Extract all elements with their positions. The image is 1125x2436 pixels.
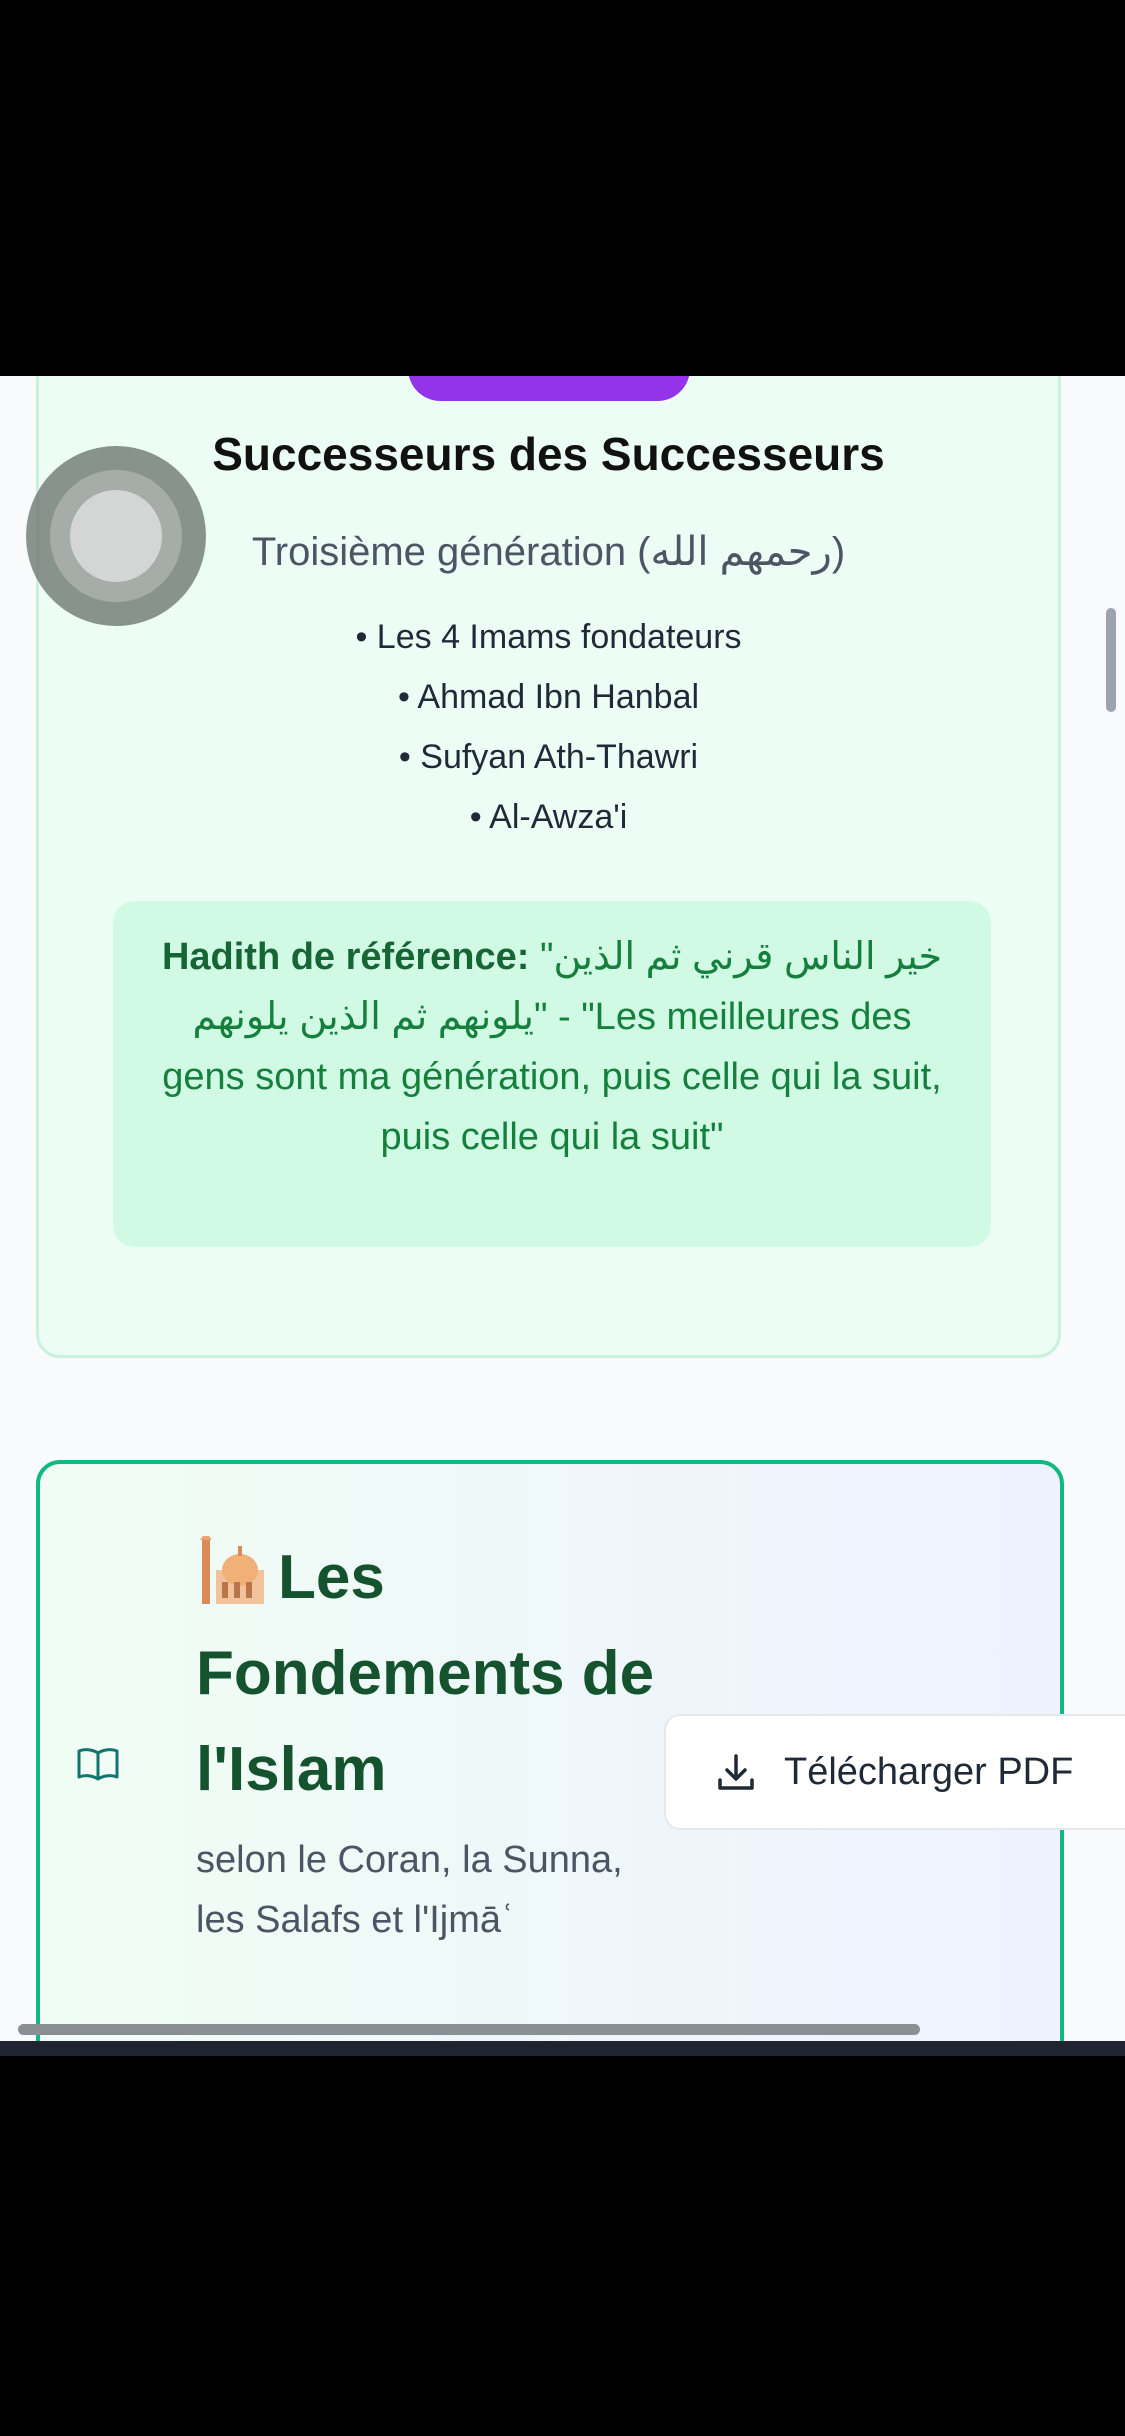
- horizontal-scrollbar[interactable]: [18, 2024, 920, 2035]
- download-icon: [718, 1754, 754, 1790]
- list-item: • Al-Awza'i: [469, 798, 628, 836]
- hadith-label: Hadith de référence:: [161, 936, 530, 978]
- book-open-icon[interactable]: [76, 1746, 120, 1782]
- fondements-subtitle: selon le Coran, la Sunna, les Salafs et …: [196, 1839, 623, 1941]
- download-pdf-label: Télécharger PDF: [784, 1750, 1074, 1793]
- generation-badge: [408, 376, 690, 401]
- list-item: • Ahmad Ibn Hanbal: [397, 678, 700, 716]
- scholar-list: • Les 4 Imams fondateurs • Ahmad Ibn Han…: [39, 607, 1058, 847]
- list-item: • Sufyan Ath-Thawri: [398, 738, 699, 776]
- generation-title: Successeurs des Successeurs: [212, 428, 885, 480]
- vertical-scrollbar[interactable]: [1106, 608, 1116, 712]
- fondements-title: Les Fondements de l'Islam: [196, 1530, 676, 1818]
- hadith-box: Hadith de référence: "خير الناس قرني ثم …: [113, 901, 991, 1247]
- content-viewport[interactable]: Successeurs des Successeurs Troisième gé…: [0, 376, 1125, 2041]
- assistive-touch-button[interactable]: [26, 446, 206, 626]
- browser-bottom-bar: [0, 2041, 1125, 2056]
- list-item: • Les 4 Imams fondateurs: [355, 618, 742, 656]
- download-pdf-button[interactable]: Télécharger PDF: [664, 1714, 1125, 1830]
- mosque-icon: [200, 1536, 264, 1604]
